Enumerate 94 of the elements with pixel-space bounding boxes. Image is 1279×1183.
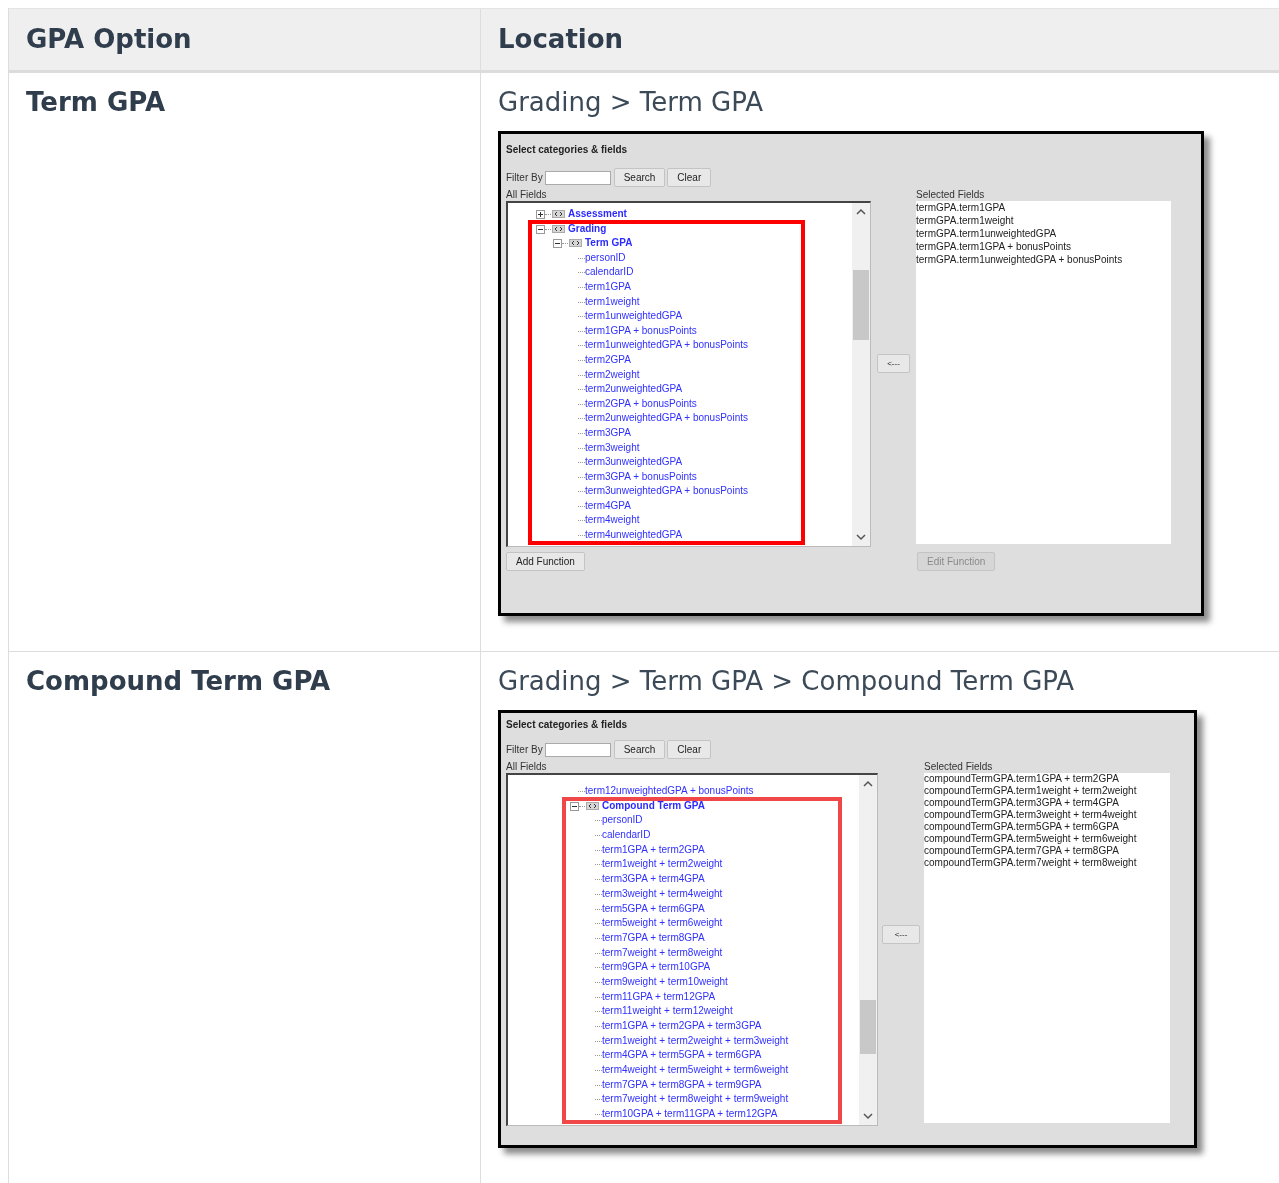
dialog-title: Select categories & fields (506, 719, 628, 731)
tree-field[interactable]: calendarID (602, 828, 651, 843)
tree-field[interactable]: term3GPA + term4GPA (602, 872, 705, 887)
tree-field[interactable]: term1weight (585, 294, 640, 309)
chevron-down-icon (856, 534, 866, 541)
field-label: Filter By (506, 743, 543, 757)
tree-field[interactable]: term4GPA (585, 498, 631, 513)
tree-field[interactable]: term12unweightedGPA + bonusPoints (585, 784, 754, 798)
selected-field[interactable]: termGPA.term1GPA (916, 201, 1171, 214)
tree-field[interactable]: term1unweightedGPA (585, 309, 683, 324)
selected-field[interactable]: termGPA.term1GPA + bonusPoints (916, 240, 1171, 253)
tree-field[interactable]: term5GPA + term6GPA (602, 901, 705, 916)
selected-field[interactable]: compoundTermGPA.term1weight + term2weight (924, 785, 1170, 797)
field-label: Filter By (506, 171, 543, 185)
selected-field[interactable]: compoundTermGPA.term1GPA + term2GPA (924, 773, 1170, 785)
scrollbar[interactable] (852, 203, 870, 546)
tree-field[interactable]: term1GPA + term2GPA + term3GPA (602, 1019, 762, 1033)
chevron-down-icon (863, 1113, 873, 1120)
tree-field[interactable]: term11weight + term12weight (602, 1004, 733, 1019)
scrollbar[interactable] (859, 775, 877, 1125)
tree-field[interactable]: term11GPA + term12GPA (602, 989, 716, 1004)
tree-field[interactable]: term10GPA + term11GPA + term12GPA (602, 1107, 778, 1122)
add-function-button[interactable]: Add Function (506, 552, 585, 571)
angle-brackets-icon (569, 239, 582, 248)
field-label: All Fields (506, 761, 547, 773)
search-button[interactable]: Search (613, 168, 666, 187)
tree-field[interactable]: term1GPA + bonusPoints (585, 323, 697, 338)
selected-field[interactable]: termGPA.term1unweightedGPA (916, 227, 1171, 240)
tree-field[interactable]: term2GPA (585, 352, 631, 367)
tree-field[interactable]: term2unweightedGPA + bonusPoints (585, 411, 748, 426)
field-label: Selected Fields (924, 761, 993, 773)
tree-field[interactable]: term7GPA + term8GPA + term9GPA (602, 1077, 762, 1092)
angle-brackets-icon (552, 210, 565, 218)
tree-field[interactable]: personID (585, 250, 626, 265)
field-label: Selected Fields (916, 189, 985, 201)
tree-field[interactable]: term3GPA (585, 425, 631, 440)
selected-field[interactable]: compoundTermGPA.term3GPA + term4GPA (924, 797, 1170, 809)
tree-field[interactable]: term4weight (585, 513, 640, 528)
selected-field[interactable]: termGPA.term1unweightedGPA + bonusPoints (916, 253, 1171, 266)
filter-input[interactable] (544, 742, 611, 757)
selected-field[interactable]: compoundTermGPA.term7GPA + term8GPA (924, 845, 1170, 857)
tree-field[interactable]: term3weight + term4weight (602, 886, 723, 901)
selected-field[interactable]: compoundTermGPA.term5weight + term6weight (924, 833, 1170, 845)
tree-field[interactable]: term7GPA + term8GPA (602, 930, 705, 945)
selected-field[interactable]: compoundTermGPA.term5GPA + term6GPA (924, 821, 1170, 833)
angle-brackets-icon (552, 224, 565, 233)
tree-field[interactable]: term5weight + term6weight (602, 916, 723, 931)
tree-field[interactable]: term4weight + term5weight + term6weight (602, 1063, 789, 1078)
tree-field[interactable]: term1GPA + term2GPA (602, 842, 705, 857)
tree-node[interactable]: Term GPA (585, 236, 633, 251)
clear-button[interactable]: Clear (667, 168, 712, 187)
menu-path: Grading > Term GPA (498, 87, 764, 117)
tree-field[interactable]: term1weight + term2weight + term3weight (602, 1033, 789, 1048)
tree-field[interactable]: term4GPA + term5GPA + term6GPA (602, 1048, 762, 1063)
scrollbar-thumb[interactable] (853, 270, 869, 340)
column-header: Location (498, 23, 624, 56)
tree-node[interactable]: Grading (568, 221, 607, 236)
tree-field[interactable]: term9weight + term10weight (602, 974, 728, 989)
tree-field[interactable]: term1GPA (585, 279, 631, 294)
tree-field[interactable]: term1weight + term2weight (602, 857, 723, 872)
tree-field[interactable]: term2weight (585, 367, 640, 382)
tree-field[interactable]: personID (602, 813, 643, 828)
menu-path: Grading > Term GPA > Compound Term GPA (498, 666, 1075, 696)
tree-field[interactable]: term4unweightedGPA (585, 528, 683, 543)
field-label: All Fields (506, 189, 547, 201)
chevron-up-icon (856, 208, 866, 215)
clear-button[interactable]: Clear (667, 740, 712, 759)
tree-field[interactable]: term1unweightedGPA + bonusPoints (585, 338, 748, 353)
option-name: Compound Term GPA (26, 666, 331, 696)
tree-field[interactable]: term3weight (585, 440, 640, 455)
move-left-button[interactable]: <--- (882, 925, 920, 944)
tree-field[interactable]: term2unweightedGPA (585, 382, 683, 397)
tree-node[interactable]: Compound Term GPA (602, 798, 705, 813)
tree-field[interactable]: term7weight + term8weight (602, 945, 723, 960)
tree-field[interactable]: calendarID (585, 265, 634, 280)
option-name: Term GPA (26, 87, 165, 117)
selected-field[interactable]: compoundTermGPA.term3weight + term4weight (924, 809, 1170, 821)
dialog-title: Select categories & fields (506, 144, 628, 156)
selected-field[interactable]: compoundTermGPA.term7weight + term8weight (924, 857, 1170, 869)
filter-input[interactable] (544, 170, 611, 185)
tree-node[interactable]: Assessment (568, 207, 627, 221)
tree-field[interactable]: term3GPA + bonusPoints (585, 469, 697, 484)
angle-brackets-icon (586, 801, 599, 810)
selected-field[interactable]: termGPA.term1weight (916, 214, 1171, 227)
move-left-button[interactable]: <--- (877, 354, 910, 373)
tree-field[interactable]: term2GPA + bonusPoints (585, 396, 697, 411)
tree-field[interactable]: term9GPA + term10GPA (602, 960, 711, 975)
chevron-up-icon (863, 780, 873, 787)
tree-field[interactable]: term7weight + term8weight + term9weight (602, 1092, 789, 1107)
tree-field[interactable]: term3unweightedGPA + bonusPoints (585, 484, 748, 499)
column-header: GPA Option (26, 23, 192, 56)
scrollbar-thumb[interactable] (860, 1000, 876, 1054)
search-button[interactable]: Search (613, 740, 666, 759)
tree-field[interactable]: term3unweightedGPA (585, 455, 683, 470)
